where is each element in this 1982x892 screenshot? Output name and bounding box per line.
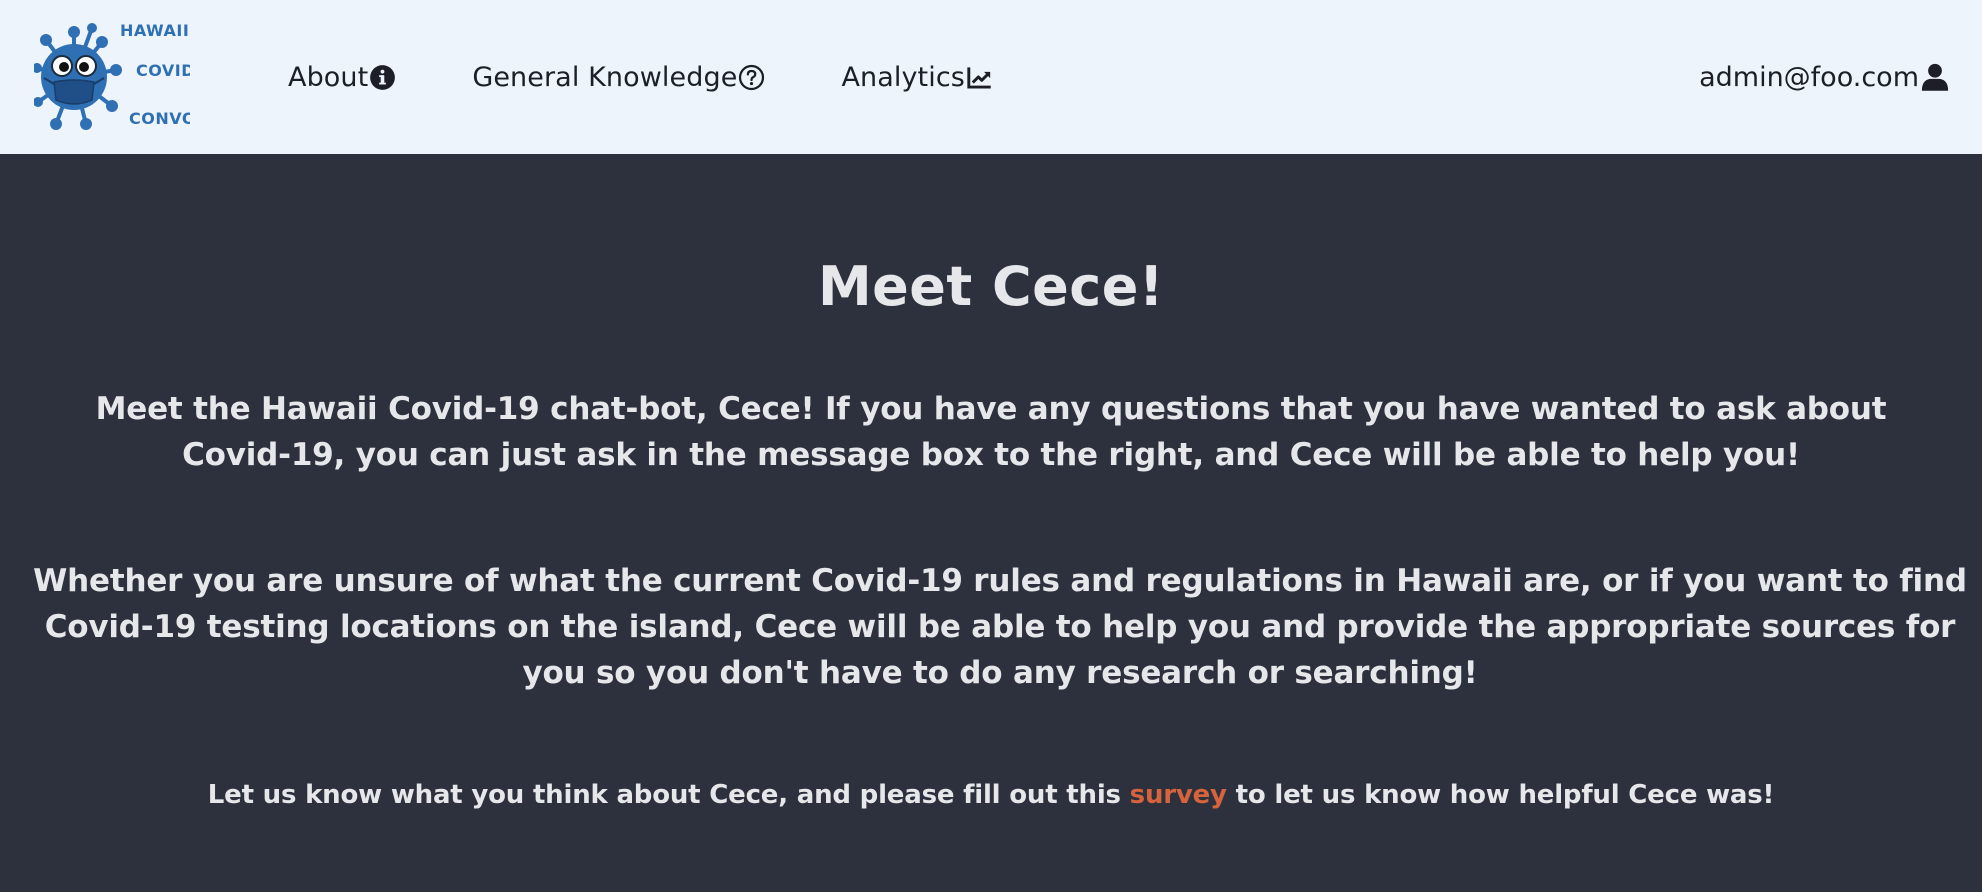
page-title: Meet Cece! [817,255,1165,318]
question-circle-icon [739,64,765,90]
chart-line-icon [967,66,991,89]
intro-paragraph: Meet the Hawaii Covid-19 chat-bot, Cece!… [95,391,1887,473]
logo-text-hawaii: HAWAII [120,21,189,40]
nav-item-about[interactable]: About [288,62,396,93]
nav-item-general-knowledge-label: General Knowledge [472,61,738,93]
survey-paragraph: Let us know what you think about Cece, a… [41,772,1941,818]
nav-item-analytics[interactable]: Analytics [841,62,993,93]
user-email: admin@foo.com [1699,61,1919,93]
info-circle-icon [370,64,396,90]
user-menu[interactable]: admin@foo.com [1699,0,1950,154]
help-paragraph: Whether you are unsure of what the curre… [33,563,1967,691]
hawaii-covid-convo-logo[interactable]: HAWAII COVID CONVO [34,20,190,134]
survey-text-after: to let us know how helpful Cece was! [1226,780,1775,810]
nav-item-general-knowledge[interactable]: General Knowledge [472,62,765,93]
nav-item-about-label: About [288,61,369,93]
main-nav: About General Knowledge Analytics [288,62,1069,93]
survey-link[interactable]: survey [1130,780,1227,810]
nav-item-analytics-label: Analytics [841,61,965,93]
user-icon [1921,63,1949,91]
survey-text-before: Let us know what you think about Cece, a… [207,780,1130,810]
logo-text-convo: CONVO [129,109,190,128]
main-content: Meet Cece! Meet the Hawaii Covid-19 chat… [0,154,1982,818]
navbar: HAWAII COVID CONVO About General Knowled… [0,0,1982,154]
logo-text-covid: COVID [136,61,190,80]
